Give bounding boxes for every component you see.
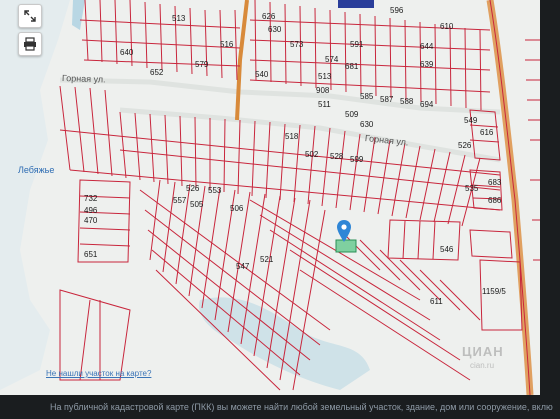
not-found-link[interactable]: Не нашли участок на карте?: [46, 369, 151, 378]
lot-id: 686: [488, 196, 502, 205]
lot-id: 574: [325, 55, 339, 64]
lot-id: 596: [390, 6, 404, 15]
lot-id: 644: [420, 42, 434, 51]
lot-id: 587: [380, 95, 394, 104]
footer-description: На публичной кадастровой карте (ПКК) вы …: [50, 402, 553, 412]
lot-id: 518: [285, 132, 299, 141]
lot-id: 521: [260, 255, 274, 264]
lot-id: 516: [220, 40, 234, 49]
lot-id: 557: [173, 196, 187, 205]
lot-id: 616: [480, 128, 494, 137]
lot-id: 630: [268, 25, 282, 34]
lot-id: 611: [430, 297, 443, 306]
lot-id: 599: [350, 155, 364, 164]
top-strip: [338, 0, 374, 8]
lot-id: 502: [305, 150, 319, 159]
cadastral-map[interactable]: [0, 0, 540, 395]
lot-id: 588: [400, 97, 414, 106]
lot-id: 526: [458, 141, 472, 150]
place-label-lebyazhe: Лебяжье: [18, 165, 55, 175]
lot-id: 610: [440, 22, 454, 31]
lot-id: 528: [330, 152, 344, 161]
lot-id: 640: [120, 48, 134, 57]
map-toolbar: [18, 4, 42, 56]
lot-id: 505: [190, 200, 204, 209]
expand-icon: [24, 10, 36, 22]
lot-id: 549: [464, 116, 478, 125]
street-label-gornaya-upper: Горная ул.: [61, 73, 106, 85]
map-viewport[interactable]: Горная ул. Горная ул. Лебяжье 513 626 59…: [0, 0, 540, 395]
lot-id: 1159/5: [482, 287, 506, 296]
lot-id: 579: [195, 60, 209, 69]
lot-id: 513: [318, 72, 332, 81]
lot-id: 683: [488, 178, 502, 187]
lot-id: 626: [262, 12, 276, 21]
lot-id: 732: [84, 194, 98, 203]
print-button[interactable]: [18, 32, 42, 56]
lot-id: 546: [440, 245, 454, 254]
map-pin-icon[interactable]: [337, 220, 351, 242]
lot-id: 553: [208, 186, 222, 195]
printer-icon: [24, 37, 36, 51]
lot-id: 506: [230, 204, 244, 213]
lot-id: 573: [290, 40, 304, 49]
lot-id: 513: [172, 14, 186, 23]
lot-id: 639: [420, 60, 434, 69]
cian-watermark: ЦИАН: [462, 344, 504, 359]
lot-id: 591: [350, 40, 364, 49]
lot-id: 630: [360, 120, 374, 129]
lot-id: 547: [236, 262, 250, 271]
lot-id: 535: [465, 184, 479, 193]
cian-watermark-sub: cian.ru: [470, 361, 495, 370]
lot-id: 908: [316, 86, 330, 95]
lot-id: 526: [186, 184, 200, 193]
lot-id: 540: [255, 70, 269, 79]
lot-id: 509: [345, 110, 359, 119]
lot-id: 511: [318, 100, 331, 109]
fullscreen-button[interactable]: [18, 4, 42, 28]
lot-id: 694: [420, 100, 434, 109]
lot-id: 651: [84, 250, 98, 259]
lot-id: 470: [84, 216, 98, 225]
lot-id: 652: [150, 68, 164, 77]
lot-id: 496: [84, 206, 98, 215]
lot-id: 681: [345, 62, 359, 71]
lot-id: 585: [360, 92, 374, 101]
